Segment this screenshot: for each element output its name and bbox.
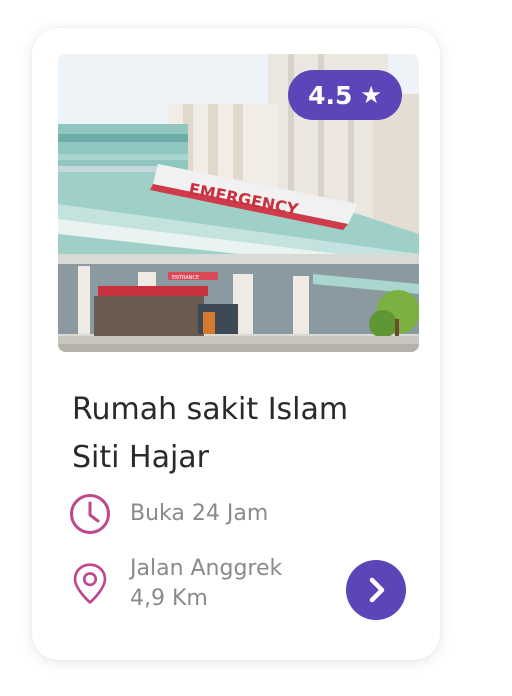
rating-badge: 4.5 ★ [288,70,402,120]
star-icon: ★ [360,81,382,109]
hospital-name-line2: Siti Hajar [72,440,210,475]
address-text: Jalan Anggrek 4,9 Km [130,554,282,614]
entrance-sign: ENTRANCE [172,275,199,281]
open-details-button[interactable] [346,560,406,620]
hospital-name-line1: Rumah sakit Islam [72,392,349,427]
address: Jalan Anggrek 4,9 Km [68,554,282,614]
clock-icon [68,492,112,536]
hospital-card[interactable]: EMERGENCY ENTRANCE 4.5 ★ Rumah sakit Isl… [32,28,440,660]
location-pin-icon [68,562,112,606]
hospital-name: Rumah sakit Islam Siti Hajar [72,386,412,482]
chevron-right-icon [369,577,385,603]
address-street: Jalan Anggrek [130,556,283,581]
opening-hours-text: Buka 24 Jam [130,501,269,526]
rating-value: 4.5 [308,80,353,110]
opening-hours: Buka 24 Jam [68,492,268,536]
address-distance: 4,9 Km [130,586,208,611]
